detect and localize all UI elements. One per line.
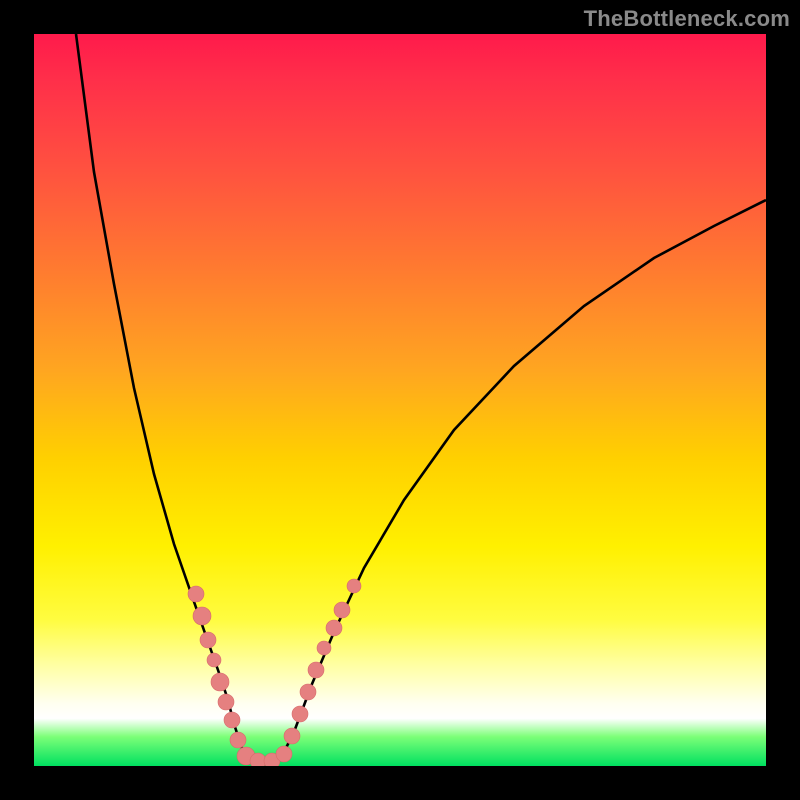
data-marker xyxy=(334,602,350,618)
bottleneck-curve xyxy=(76,34,766,762)
data-marker xyxy=(200,632,216,648)
data-marker xyxy=(276,746,292,762)
data-marker xyxy=(224,712,240,728)
data-marker xyxy=(326,620,342,636)
data-marker xyxy=(218,694,234,710)
data-marker xyxy=(308,662,324,678)
data-marker xyxy=(292,706,308,722)
data-marker xyxy=(250,753,266,766)
data-marker xyxy=(300,684,316,700)
watermark-text: TheBottleneck.com xyxy=(584,6,790,32)
data-marker xyxy=(211,673,229,691)
chart-svg xyxy=(34,34,766,766)
data-marker xyxy=(284,728,300,744)
data-marker xyxy=(347,579,361,593)
chart-area xyxy=(34,34,766,766)
data-marker xyxy=(193,607,211,625)
data-marker xyxy=(188,586,204,602)
data-markers xyxy=(188,579,361,766)
data-marker xyxy=(230,732,246,748)
data-marker xyxy=(317,641,331,655)
data-marker xyxy=(207,653,221,667)
